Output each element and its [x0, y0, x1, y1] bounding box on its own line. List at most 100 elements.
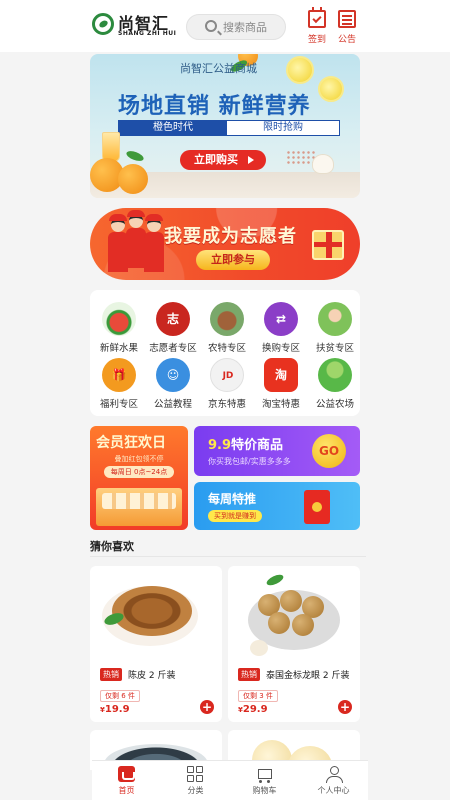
produce-icon [210, 302, 244, 336]
jd-icon: JD [210, 358, 244, 392]
category-item-exchange[interactable]: ⇄ 换购专区 [254, 302, 308, 358]
volunteer-icon: 志 [156, 302, 190, 336]
cup-image [312, 154, 334, 174]
farmer-icon [318, 302, 352, 336]
category-label: 京东特惠 [207, 399, 246, 410]
notice-button[interactable]: 公告 [332, 10, 362, 46]
go-button[interactable]: GO [312, 434, 346, 468]
tab-label: 购物车 [252, 786, 277, 795]
checkin-button[interactable]: 签到 [302, 7, 332, 46]
category-grid: 新鲜水果 志 志愿者专区 农特专区 ⇄ 换购专区 扶贫专区 🎁 福利专区 ☺ 公… [90, 290, 360, 416]
weekly-subtitle: 买到就是赚到 [208, 510, 262, 522]
category-label: 新鲜水果 [99, 343, 138, 354]
category-label: 换购专区 [261, 343, 300, 354]
user-icon [325, 766, 343, 783]
add-to-cart-button[interactable]: + [200, 700, 214, 714]
tab-label: 首页 [118, 786, 135, 795]
tutorial-icon: ☺ [156, 358, 190, 392]
category-item-taobao[interactable]: 淘 淘宝特惠 [254, 358, 308, 414]
cart-icon [256, 766, 273, 783]
gift-box-icon [312, 230, 344, 260]
category-item-fresh-fruit[interactable]: 新鲜水果 [92, 302, 146, 358]
divider [90, 556, 366, 557]
category-label: 公益农场 [315, 399, 354, 410]
product-image [90, 566, 222, 662]
watermelon-icon [102, 302, 136, 336]
volunteer-figure-image [108, 214, 128, 274]
grid-icon [187, 766, 204, 782]
main-banner[interactable]: 尚智汇公益商城 场地直销 新鲜营养 橙色时代 限时抢购 立即购买 [90, 54, 360, 198]
volunteer-title: 我要成为志愿者 [164, 226, 297, 247]
tab-cart[interactable]: 购物车 [230, 761, 299, 800]
carnival-title: 会员狂欢日 [96, 435, 166, 451]
category-item-specialty[interactable]: 农特专区 [200, 302, 254, 358]
search-icon [205, 20, 217, 32]
weekly-pick-tile[interactable]: 每周特推 买到就是赚到 [194, 482, 360, 530]
category-label: 扶贫专区 [315, 343, 354, 354]
stock-badge: 仅剩 3 件 [238, 690, 278, 702]
banner-subtitle: 尚智汇公益商城 [180, 62, 257, 75]
product-name: 泰国金标龙眼 2 斤装 [266, 671, 350, 681]
logo-subtext: SHANG ZHI HUI [118, 30, 177, 37]
leaf-image [125, 149, 145, 163]
product-card[interactable]: 热销 泰国金标龙眼 2 斤装 仅剩 3 件 ¥29.9 + [228, 566, 360, 722]
banner-strip-left: 橙色时代 [119, 121, 227, 135]
logo[interactable]: 尚智汇 SHANG ZHI HUI [92, 12, 182, 40]
section-title: 猜你喜欢 [90, 540, 134, 553]
product-price: ¥29.9 [238, 704, 268, 715]
special-title-text: 特价商品 [231, 438, 284, 453]
weekly-title: 每周特推 [208, 492, 257, 506]
price-value: 19.9 [104, 704, 130, 715]
category-item-poverty-relief[interactable]: 扶贫专区 [308, 302, 360, 358]
carnival-time: 每周日 0点~24点 [104, 466, 174, 478]
carnival-subtitle: 叠加红包领不停 [114, 455, 164, 463]
notice-label: 公告 [337, 35, 356, 45]
product-card[interactable]: 热销 陈皮 2 斤装 仅剩 6 件 ¥19.9 + [90, 566, 222, 722]
banner-strip: 橙色时代 限时抢购 [118, 120, 340, 136]
gift-icon: 🎁 [102, 358, 136, 392]
category-label: 农特专区 [207, 343, 246, 354]
stock-badge: 仅剩 6 件 [100, 690, 140, 702]
volunteer-figure-image [126, 210, 146, 270]
category-item-volunteer[interactable]: 志 志愿者专区 [146, 302, 200, 358]
volunteer-figure-image [144, 214, 164, 274]
product-image [228, 566, 360, 662]
special-title-number: 9.9 [208, 438, 232, 453]
buy-now-button[interactable]: 立即购买 [180, 150, 266, 170]
search-input[interactable] [223, 18, 283, 36]
category-item-tutorial[interactable]: ☺ 公益教程 [146, 358, 200, 414]
taobao-icon: 淘 [264, 358, 298, 392]
category-label: 志愿者专区 [149, 343, 197, 354]
bottom-tab-bar: 首页 分类 购物车 个人中心 [92, 760, 368, 800]
lemon-slice-image [318, 76, 344, 102]
volunteer-banner[interactable]: 我要成为志愿者 立即参与 [90, 208, 360, 280]
tab-home[interactable]: 首页 [92, 761, 161, 800]
calendar-check-icon [308, 7, 326, 28]
category-item-farm[interactable]: 公益农场 [308, 358, 360, 414]
tab-profile[interactable]: 个人中心 [299, 761, 368, 800]
logo-mark-icon [92, 13, 114, 35]
exchange-icon: ⇄ [264, 302, 298, 336]
announcement-icon [338, 10, 356, 28]
category-label: 福利专区 [99, 399, 138, 410]
add-to-cart-button[interactable]: + [338, 700, 352, 714]
search-box[interactable] [186, 14, 286, 40]
farm-icon [318, 358, 352, 392]
special-subtitle: 你买我包邮/实惠多多多 [208, 457, 291, 466]
tab-category[interactable]: 分类 [161, 761, 230, 800]
special-title: 9.9特价商品 [208, 434, 283, 453]
product-price: ¥19.9 [100, 704, 130, 715]
banner-strip-right: 限时抢购 [263, 122, 303, 133]
price-value: 29.9 [242, 704, 268, 715]
member-carnival-tile[interactable]: 会员狂欢日 叠加红包领不停 每周日 0点~24点 [90, 426, 188, 530]
hot-tag: 热销 [238, 668, 260, 681]
special-price-tile[interactable]: 9.9特价商品 你买我包邮/实惠多多多 GO [194, 426, 360, 476]
category-item-welfare[interactable]: 🎁 福利专区 [92, 358, 146, 414]
tab-label: 分类 [187, 786, 204, 795]
dried-peel-image [112, 586, 192, 636]
home-icon [118, 766, 135, 782]
category-item-jd[interactable]: JD 京东特惠 [200, 358, 254, 414]
red-envelope-icon [304, 490, 330, 524]
join-now-button[interactable]: 立即参与 [196, 250, 270, 270]
orange-image [118, 164, 148, 194]
